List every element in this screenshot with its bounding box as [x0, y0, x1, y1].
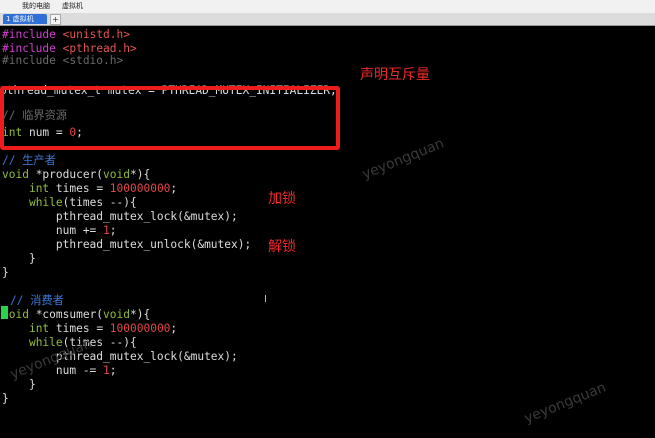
code-line: pthread_mutex_lock(&mutex);	[2, 210, 238, 223]
annotation-unlock: 解锁	[268, 239, 296, 255]
watermark: yeyongquan	[522, 379, 609, 427]
code-line: #include <unistd.h>	[2, 28, 130, 41]
menu-bar: 我的电脑 虚拟机	[0, 0, 655, 14]
menu-item-my-computer[interactable]: 我的电脑	[22, 2, 50, 11]
code-line: }	[2, 392, 9, 405]
tab-bar: 1 虚拟机 +	[0, 13, 655, 26]
menu-item-vm[interactable]: 虚拟机	[62, 2, 83, 11]
annotation-lock: 加锁	[268, 191, 296, 207]
code-line: pthread_mutex_unlock(&mutex);	[2, 238, 252, 251]
code-line: int times = 100000000;	[28, 322, 178, 335]
add-tab-button[interactable]: +	[50, 14, 61, 25]
code-line: }	[2, 252, 36, 265]
code-comment: // 消费者	[10, 294, 64, 307]
watermark: yeyongquan	[360, 135, 447, 183]
tab-vm[interactable]: 1 虚拟机	[3, 14, 47, 24]
code-line: }	[2, 266, 9, 279]
code-comment: // 生产者	[2, 154, 56, 167]
code-line: int times = 100000000;	[28, 182, 178, 195]
code-line: void *comsumer(void*){	[2, 308, 151, 321]
text-cursor	[1, 306, 8, 319]
annotation-declare-mutex: 声明互斥量	[360, 67, 430, 83]
code-line: void *producer(void*){	[2, 168, 151, 181]
mutex-highlight-box	[0, 86, 340, 150]
terminal-editor[interactable]: #include <unistd.h> #include <pthread.h>…	[0, 26, 655, 438]
code-line: while(times --){	[28, 196, 137, 209]
code-line: num += 1;	[2, 224, 117, 237]
code-line: #include <stdio.h>	[2, 54, 124, 67]
ibeam-cursor-icon: I	[264, 294, 267, 305]
